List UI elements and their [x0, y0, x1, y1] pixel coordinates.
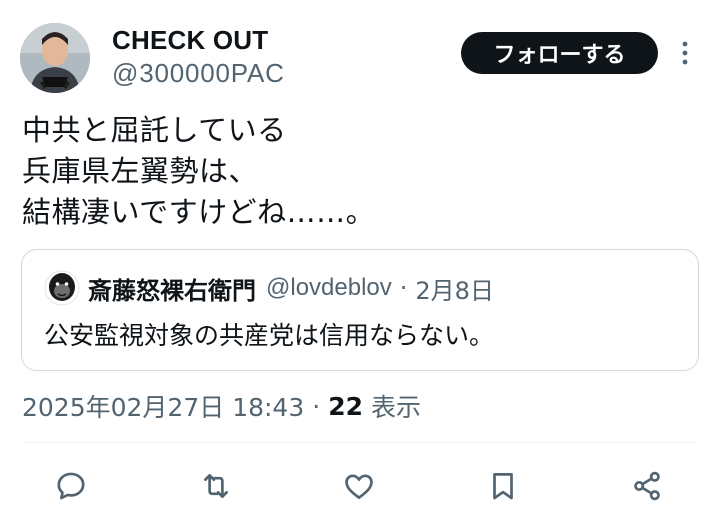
like-icon [345, 474, 373, 499]
quoted-author-avatar [44, 270, 80, 306]
more-vertical-icon [682, 41, 688, 65]
author-display-name[interactable]: CHECK OUT [112, 25, 268, 56]
views-count: 22 [328, 391, 363, 421]
retweet-button[interactable] [196, 466, 236, 506]
views-label: 表示 [371, 393, 422, 422]
reply-icon [57, 472, 85, 500]
divider [22, 442, 698, 443]
author-avatar[interactable] [20, 23, 90, 93]
quoted-tweet-card[interactable]: 斎藤怒裸右衛門 @lovdeblov · 2月8日 公安監視対象の共産党は信用な… [21, 249, 699, 371]
tweet-meta: 2025年02月27日 18:43 · 22 表示 [22, 388, 421, 424]
author-handle[interactable]: @300000PAC [112, 58, 285, 89]
tweet-text: 中共と屈託している 兵庫県左翼勢は、 結構凄いですけどね……。 [22, 113, 376, 229]
retweet-icon [204, 474, 228, 498]
tweet-action-bar [0, 462, 720, 508]
quoted-separator: · [399, 274, 408, 302]
quoted-tweet-date: 2月8日 [415, 276, 494, 305]
quoted-author-handle: @lovdeblov [266, 274, 392, 301]
quoted-tweet-text: 公安監視対象の共産党は信用ならない。 [44, 321, 495, 350]
bookmark-icon [493, 473, 513, 500]
share-icon [634, 471, 660, 501]
reply-button[interactable] [51, 466, 91, 506]
like-button[interactable] [339, 466, 379, 506]
tweet-timestamp[interactable]: 2025年02月27日 18:43 [22, 388, 304, 424]
avatar-photo [20, 23, 90, 93]
gorilla-avatar-icon [44, 270, 80, 306]
share-button[interactable] [627, 466, 667, 506]
bookmark-button[interactable] [483, 466, 523, 506]
quoted-tweet-header: 斎藤怒裸右衛門 @lovdeblov · 2月8日 [88, 270, 494, 306]
quoted-author-name: 斎藤怒裸右衛門 [88, 276, 256, 305]
follow-button[interactable]: フォローする [461, 32, 658, 74]
more-options-button[interactable] [674, 38, 696, 68]
meta-separator: · [312, 391, 321, 421]
